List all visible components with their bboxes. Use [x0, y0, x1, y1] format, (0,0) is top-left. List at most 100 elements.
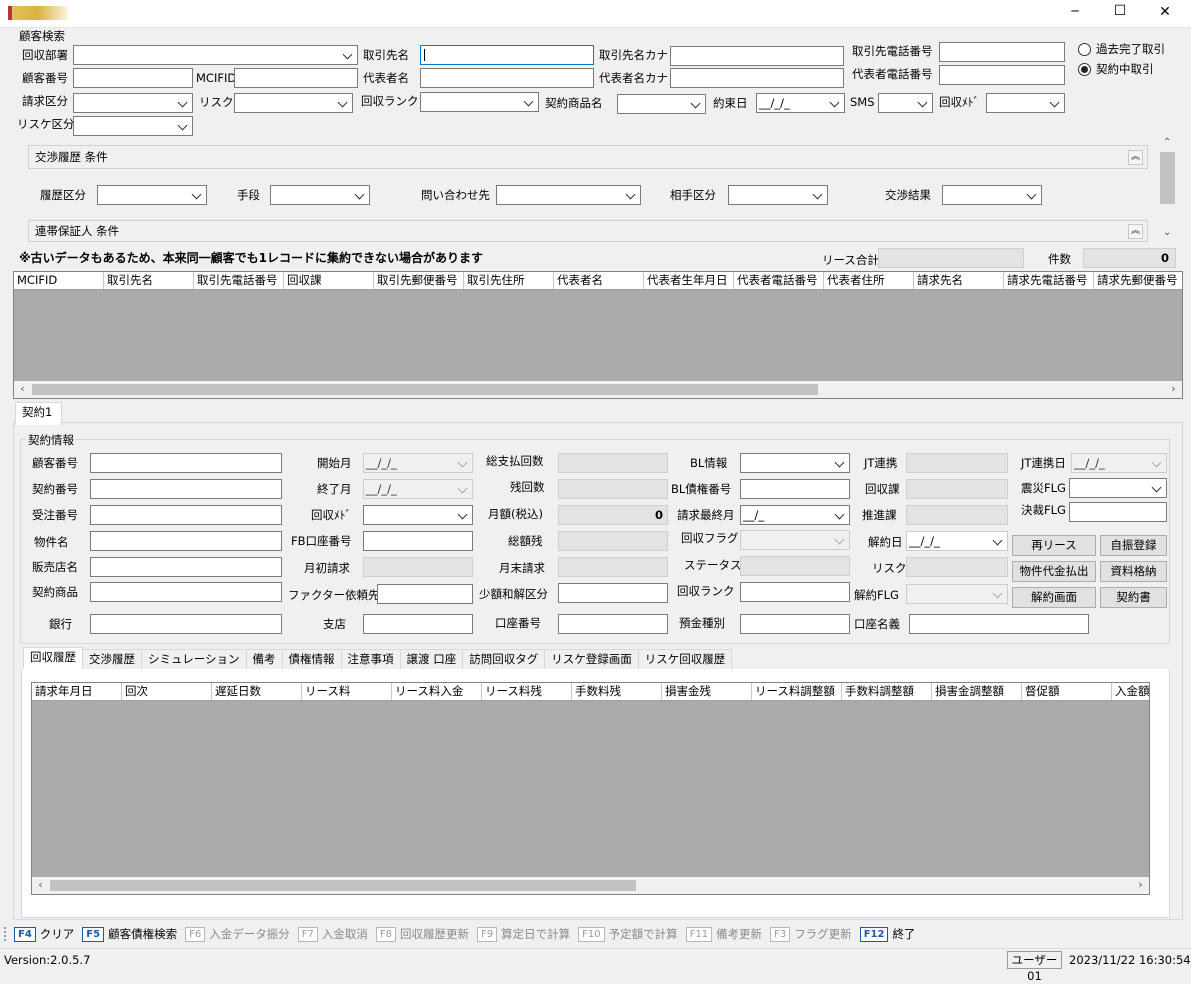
minimize-button[interactable]: ─ [1060, 4, 1090, 18]
c-deposit-type-input[interactable] [740, 614, 850, 634]
guarantor-section-header[interactable]: 連帯保証人 条件 ︽ [28, 220, 1148, 242]
c-collection-method-select[interactable] [363, 505, 473, 525]
negotiation-section-header[interactable]: 交渉履歴 条件 ︽ [28, 145, 1148, 169]
customer-kana-input[interactable] [670, 46, 844, 66]
fkey-f7-button[interactable]: F7 入金取消 [297, 926, 368, 942]
c-contract-no-input[interactable] [90, 479, 282, 499]
tab-lower-3[interactable]: 備考 [245, 649, 283, 669]
history-grid-hscroll[interactable]: ‹ › [32, 877, 1149, 894]
history-grid-col[interactable]: 入金額 [1112, 683, 1149, 700]
history-grid-col[interactable]: 手数料残 [572, 683, 662, 700]
conditions-scrollbar[interactable]: ⌃ ⌄ [1159, 135, 1176, 243]
cancel-screen-button[interactable]: 解約画面 [1012, 587, 1096, 608]
close-button[interactable]: ✕ [1150, 4, 1180, 20]
c-collection-flag-select[interactable] [740, 530, 850, 550]
tab-lower-7[interactable]: 訪問回収タグ [462, 649, 546, 669]
history-grid-col[interactable]: 督促額 [1022, 683, 1112, 700]
risk-cat-select[interactable] [73, 116, 193, 136]
scroll-left-icon[interactable]: ‹ [14, 381, 31, 398]
history-grid-col[interactable]: 損害金調整額 [932, 683, 1022, 700]
customer-grid-col[interactable]: 代表者住所 [824, 272, 914, 289]
tab-lower-0[interactable]: 回収履歴 [23, 647, 83, 669]
history-grid[interactable]: 請求年月日 回次 遅延日数 リース料 リース料入金 リース料残 手数料残 損害金残 リース料調整… [31, 682, 1150, 895]
customer-grid-col[interactable]: 代表者生年月日 [644, 272, 734, 289]
rep-kana-input[interactable] [670, 68, 844, 88]
collapse-icon[interactable]: ︽ [1128, 150, 1143, 165]
contract-product-select[interactable] [617, 94, 706, 114]
tab-lower-9[interactable]: リスケ回収履歴 [637, 649, 733, 669]
mcifid-input[interactable] [234, 68, 358, 88]
scroll-left-icon[interactable]: ‹ [32, 877, 49, 894]
history-grid-col[interactable]: リース料入金 [392, 683, 482, 700]
customer-grid-col[interactable]: 取引先郵便番号 [374, 272, 464, 289]
billing-cat-select[interactable] [73, 93, 193, 113]
fkey-f5-button[interactable]: F5 顧客債権検索 [82, 926, 177, 942]
fkey-f3-button[interactable]: F3 フラグ更新 [770, 926, 852, 942]
re-lease-button[interactable]: 再リース [1012, 535, 1096, 556]
collection-method-select[interactable] [986, 93, 1065, 113]
c-fb-account-input[interactable] [363, 531, 473, 551]
fkey-f4-button[interactable]: F4 クリア [14, 926, 74, 942]
customer-grid-col[interactable]: 請求先名 [914, 272, 1004, 289]
history-grid-col[interactable]: リース料 [302, 683, 392, 700]
c-order-no-input[interactable] [90, 505, 282, 525]
customer-name-input[interactable] [420, 45, 594, 65]
fkey-f6-button[interactable]: F6 入金データ振分 [185, 926, 290, 942]
c-bl-info-select[interactable] [740, 453, 850, 473]
c-account-name-input[interactable] [909, 614, 1089, 634]
tab-lower-4[interactable]: 債権情報 [281, 649, 342, 669]
c-factor-request-input[interactable] [377, 584, 473, 604]
fkey-f9-button[interactable]: F9 算定日で計算 [476, 926, 570, 942]
tab-lower-1[interactable]: 交渉履歴 [82, 649, 142, 669]
fkey-f8-button[interactable]: F8 回収履歴更新 [375, 926, 469, 942]
document-storage-button[interactable]: 資料格納 [1100, 561, 1167, 582]
result-select[interactable] [942, 185, 1042, 205]
history-grid-col[interactable]: 遅延日数 [212, 683, 302, 700]
c-collection-rank-input[interactable] [740, 582, 850, 602]
fkey-f11-button[interactable]: F11 備考更新 [685, 926, 762, 942]
customer-grid-col[interactable]: 代表者名 [554, 272, 644, 289]
tab-lower-5[interactable]: 注意事項 [340, 649, 401, 669]
maximize-button[interactable]: ☐ [1105, 3, 1135, 19]
customer-no-input[interactable] [73, 68, 193, 88]
c-property-input[interactable] [90, 531, 282, 551]
customer-grid-col[interactable]: 取引先住所 [464, 272, 554, 289]
c-approval-flg-input[interactable] [1069, 502, 1167, 522]
scroll-right-icon[interactable]: › [1165, 381, 1182, 398]
rep-tel-input[interactable] [939, 65, 1065, 85]
customer-grid-col[interactable]: 代表者電話番号 [734, 272, 824, 289]
party-cat-select[interactable] [728, 185, 828, 205]
auto-debit-button[interactable]: 自振登録 [1100, 535, 1167, 556]
customer-grid-col[interactable]: 回収課 [284, 272, 374, 289]
risk-select[interactable] [234, 93, 353, 113]
current-deal-radio[interactable] [1078, 63, 1091, 76]
customer-grid-col[interactable]: 取引先名 [104, 272, 194, 289]
c-customer-no-input[interactable] [90, 453, 282, 473]
collection-rank-select[interactable] [420, 92, 539, 112]
history-grid-col[interactable]: 手数料調整額 [842, 683, 932, 700]
customer-grid-col[interactable]: 請求先電話番号 [1004, 272, 1094, 289]
c-small-cancel-input[interactable] [558, 583, 668, 603]
history-cat-select[interactable] [97, 185, 207, 205]
c-disaster-flg-select[interactable] [1069, 478, 1167, 498]
customer-grid-col[interactable]: 請求先郵便番号 [1094, 272, 1182, 289]
customer-grid-col[interactable]: 取引先電話番号 [194, 272, 284, 289]
c-jt-link-date-picker[interactable]: __/_/_ [1071, 453, 1167, 473]
c-bank-input[interactable] [90, 614, 282, 634]
history-grid-col[interactable]: 回次 [122, 683, 212, 700]
sms-select[interactable] [878, 93, 933, 113]
rep-name-input[interactable] [420, 68, 594, 88]
tab-lower-2[interactable]: シミュレーション [141, 649, 247, 669]
c-cancel-flg-select[interactable] [906, 584, 1008, 604]
c-account-no-input[interactable] [558, 614, 668, 634]
customer-grid-hscroll[interactable]: ‹ › [14, 381, 1182, 398]
tab-lower-8[interactable]: リスケ登録画面 [544, 649, 639, 669]
c-last-billing-picker[interactable]: __/_ [740, 505, 850, 525]
property-payout-button[interactable]: 物件代金払出 [1012, 561, 1096, 582]
history-grid-col[interactable]: 請求年月日 [32, 683, 122, 700]
c-start-month-picker[interactable]: __/_/_ [363, 453, 473, 473]
history-grid-col[interactable]: リース料残 [482, 683, 572, 700]
tab-contract-1[interactable]: 契約1 [15, 402, 62, 425]
method-select[interactable] [270, 185, 370, 205]
contract-doc-button[interactable]: 契約書 [1100, 587, 1167, 608]
